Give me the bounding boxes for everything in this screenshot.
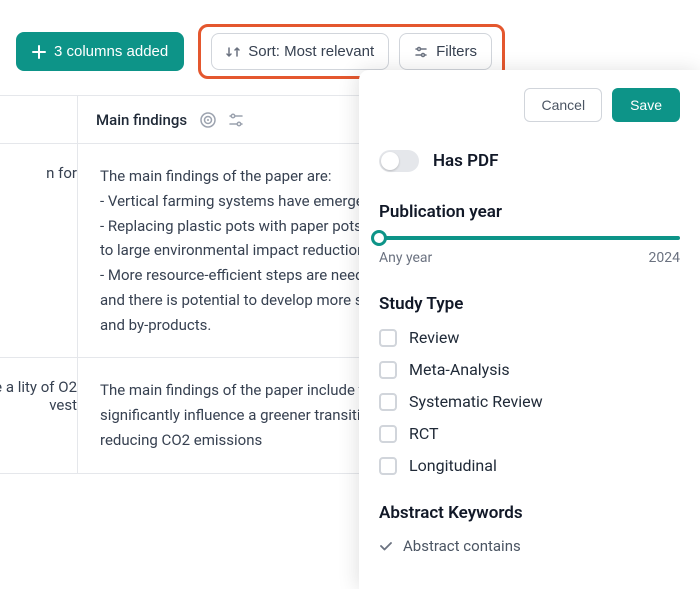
year-slider-thumb[interactable] bbox=[371, 230, 387, 246]
plus-icon bbox=[32, 45, 46, 59]
study-type-label: Study Type bbox=[379, 294, 680, 314]
year-slider[interactable] bbox=[379, 236, 680, 240]
save-button[interactable]: Save bbox=[612, 88, 680, 122]
row-left-fragment: n for bbox=[0, 144, 78, 357]
study-type-text: Systematic Review bbox=[409, 392, 543, 411]
sort-button[interactable]: Sort: Most relevant bbox=[211, 33, 389, 70]
column-sliders-icon[interactable] bbox=[227, 111, 245, 129]
publication-year-label: Publication year bbox=[379, 202, 680, 222]
has-pdf-label: Has PDF bbox=[433, 151, 498, 171]
checkbox-icon bbox=[379, 361, 397, 379]
study-type-text: Longitudinal bbox=[409, 456, 497, 475]
column-findings-header: Main findings bbox=[96, 111, 187, 129]
checkbox-icon bbox=[379, 329, 397, 347]
has-pdf-toggle[interactable] bbox=[379, 150, 419, 172]
checkbox-icon bbox=[379, 425, 397, 443]
study-type-text: Review bbox=[409, 328, 459, 347]
study-type-list: Review Meta-Analysis Systematic Review R… bbox=[379, 328, 680, 475]
study-type-option[interactable]: RCT bbox=[379, 424, 680, 443]
cancel-button[interactable]: Cancel bbox=[524, 88, 602, 122]
abstract-keywords-label: Abstract Keywords bbox=[379, 503, 680, 523]
filters-button[interactable]: Filters bbox=[399, 33, 492, 70]
study-type-option[interactable]: Longitudinal bbox=[379, 456, 680, 475]
columns-added-label: 3 columns added bbox=[54, 43, 168, 60]
slider-min-label: Any year bbox=[379, 250, 432, 266]
checkbox-icon bbox=[379, 393, 397, 411]
sort-label: Sort: Most relevant bbox=[248, 43, 374, 60]
columns-added-button[interactable]: 3 columns added bbox=[16, 32, 184, 71]
checkbox-icon bbox=[379, 457, 397, 475]
study-type-option[interactable]: Systematic Review bbox=[379, 392, 680, 411]
study-type-text: Meta-Analysis bbox=[409, 360, 510, 379]
study-type-option[interactable]: Review bbox=[379, 328, 680, 347]
filters-panel: Cancel Save Has PDF Publication year Any… bbox=[359, 70, 700, 589]
filters-label: Filters bbox=[436, 43, 477, 60]
study-type-text: RCT bbox=[409, 424, 439, 443]
row-left-fragment: ce a lity of O2 vest bbox=[0, 358, 78, 472]
sort-icon bbox=[226, 45, 240, 59]
sliders-icon bbox=[414, 45, 428, 59]
abstract-contains-label: Abstract contains bbox=[403, 537, 521, 555]
abstract-contains-row[interactable]: Abstract contains bbox=[379, 537, 680, 555]
target-icon[interactable] bbox=[199, 111, 217, 129]
check-icon bbox=[379, 539, 393, 553]
column-a-header bbox=[0, 96, 78, 143]
study-type-option[interactable]: Meta-Analysis bbox=[379, 360, 680, 379]
slider-max-label: 2024 bbox=[649, 250, 680, 266]
